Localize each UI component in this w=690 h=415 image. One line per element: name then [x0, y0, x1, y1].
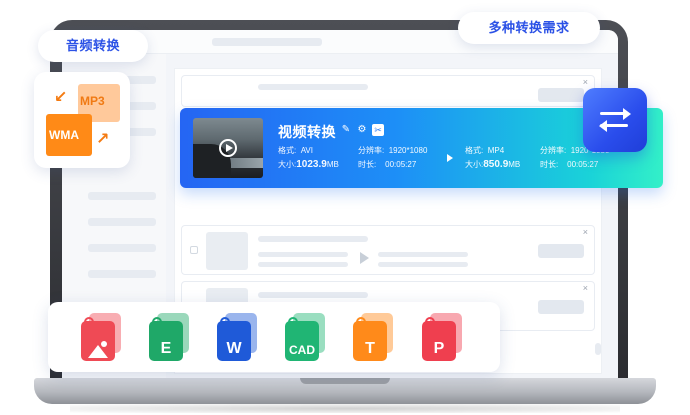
cad-letter: CAD — [289, 343, 315, 357]
row-convert-button[interactable] — [538, 244, 584, 258]
sidebar-item[interactable] — [88, 218, 156, 226]
audio-convert-card: MP3 WMA ↙ ↗ — [34, 72, 130, 168]
source-resolution: 分辨率: 1920*1080 — [358, 146, 428, 155]
target-size: 大小:850.9MB — [465, 159, 521, 170]
text-letter: T — [365, 340, 375, 357]
audio-convert-pill: 音频转换 — [38, 30, 148, 62]
row-meta-placeholder — [258, 252, 348, 257]
cad-file-icon[interactable]: CAD — [285, 313, 327, 363]
swap-arrow-left — [599, 120, 607, 132]
row-checkbox[interactable] — [190, 246, 198, 254]
target-duration: 时长: 00:05:27 — [540, 160, 599, 169]
file-tab — [288, 317, 298, 325]
source-size: 大小:1023.9MB — [278, 159, 339, 170]
file-front: CAD — [285, 321, 319, 361]
list-item[interactable]: × — [181, 225, 595, 275]
ppt-letter: P — [433, 340, 445, 357]
topbar-placeholder — [212, 38, 322, 46]
file-front: W — [217, 321, 251, 361]
excel-file-icon[interactable]: E — [149, 313, 191, 363]
file-tab — [220, 317, 230, 325]
word-file-icon[interactable]: W — [217, 313, 259, 363]
row-meta-placeholder — [258, 262, 348, 267]
sidebar-item[interactable] — [88, 192, 156, 200]
row-convert-button[interactable] — [538, 300, 584, 314]
ppt-file-icon[interactable]: P — [422, 313, 464, 363]
video-thumbnail[interactable] — [193, 118, 263, 178]
file-front: E — [149, 321, 183, 361]
row-title-placeholder — [258, 292, 368, 298]
row-thumbnail — [206, 232, 248, 270]
file-front: T — [353, 321, 387, 361]
file-tab — [84, 317, 94, 325]
curved-arrow-icon: ↗ — [96, 131, 110, 148]
row-title-placeholder — [258, 84, 368, 90]
source-duration: 时长: 00:05:27 — [358, 160, 417, 169]
image-file-icon[interactable] — [81, 313, 123, 363]
row-meta-placeholder — [378, 262, 468, 267]
play-icon[interactable] — [219, 139, 237, 157]
text-file-icon[interactable]: T — [353, 313, 395, 363]
stage: × × × 音频转换 多种转换需求 MP3 WMA ↙ ↗ 视频转换 ✎ ⚙ ✂… — [0, 0, 690, 415]
play-arrow-icon — [360, 252, 369, 264]
source-format: 格式: AVI — [278, 146, 313, 155]
file-tab — [356, 317, 366, 325]
swap-button[interactable] — [583, 88, 647, 152]
mountain-icon — [88, 345, 108, 358]
scrollbar[interactable] — [595, 343, 601, 355]
file-format-tray: E W CAD T P — [48, 302, 500, 372]
laptop-shadow — [70, 404, 620, 413]
list-item[interactable]: × — [181, 75, 595, 107]
mp3-label: MP3 — [80, 94, 105, 108]
sidebar-item[interactable] — [88, 244, 156, 252]
row-convert-button[interactable] — [538, 88, 584, 102]
file-front: P — [422, 321, 456, 361]
swap-arrow-right — [623, 108, 631, 120]
row-title-placeholder — [258, 236, 368, 242]
sidebar-item[interactable] — [88, 270, 156, 278]
word-letter: W — [226, 340, 242, 357]
file-tab — [152, 317, 162, 325]
laptop-notch — [300, 378, 390, 384]
scissors-icon[interactable]: ✂ — [372, 124, 384, 136]
feature-title: 视频转换 — [278, 124, 336, 140]
wma-label: WMA — [49, 128, 79, 142]
target-format: 格式: MP4 — [465, 146, 505, 155]
file-tab — [425, 317, 435, 325]
close-icon[interactable]: × — [583, 228, 588, 237]
excel-letter: E — [160, 340, 172, 357]
multi-convert-pill: 多种转换需求 — [458, 12, 600, 44]
close-icon[interactable]: × — [583, 284, 588, 293]
settings-icon[interactable]: ⚙ — [356, 124, 368, 136]
close-icon[interactable]: × — [583, 78, 588, 87]
curved-arrow-icon: ↙ — [54, 89, 68, 106]
row-meta-placeholder — [378, 252, 468, 257]
file-front — [81, 321, 115, 361]
edit-icon[interactable]: ✎ — [340, 124, 352, 136]
convert-arrow-icon — [447, 154, 453, 162]
